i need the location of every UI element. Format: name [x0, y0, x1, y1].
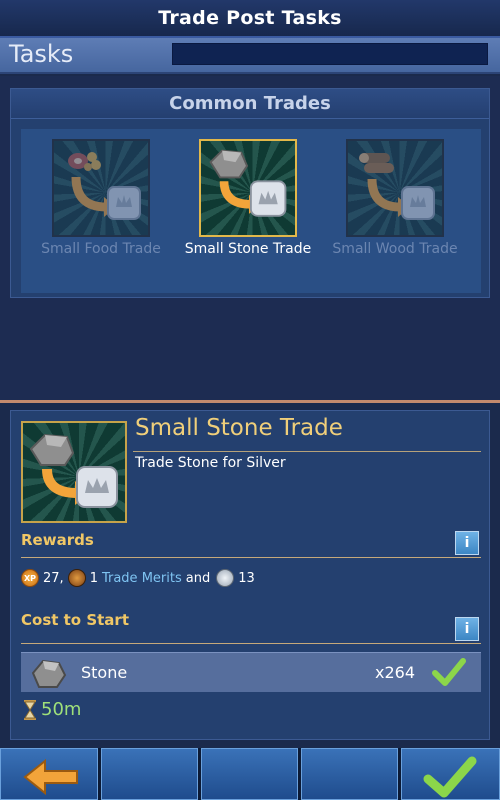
detail-title: Small Stone Trade [135, 415, 343, 441]
section-divider [0, 400, 500, 403]
checkmark-icon [432, 658, 466, 686]
cost-underline [21, 643, 481, 644]
rewards-row: XP 27, 1 Trade Merits and 13 [21, 567, 255, 589]
trade-card-label: Small Food Trade [41, 241, 161, 257]
hourglass-icon [24, 699, 36, 720]
trade-card-small-wood[interactable]: Small Wood Trade [330, 139, 460, 259]
small-stone-trade-icon [199, 139, 297, 237]
stone-icon [31, 659, 67, 688]
small-wood-trade-icon [346, 139, 444, 237]
silver-amount: 13 [238, 570, 255, 586]
common-trades-title: Common Trades [169, 93, 331, 114]
cost-row-stone: Stone x264 [21, 652, 481, 692]
empty-slot-1 [101, 748, 198, 800]
duration-row: 50m [23, 699, 81, 720]
detail-description: Trade Stone for Silver [135, 455, 286, 471]
page-title: Trade Post Tasks [158, 7, 342, 29]
trade-detail-panel: Small Stone Trade Trade Stone for Silver… [10, 410, 490, 740]
title-bar: Trade Post Tasks [0, 0, 500, 38]
merits-count: 1 [89, 570, 98, 586]
tasks-progress-bar [172, 43, 488, 65]
detail-trade-icon [21, 421, 127, 523]
trade-list-area: Common Trades Small Food Trade Small Sto… [0, 76, 500, 402]
silver-coin-icon [216, 569, 235, 587]
duration-value: 50m [41, 699, 82, 720]
checkmark-icon [423, 756, 477, 798]
detail-title-underline [133, 451, 481, 452]
trade-card-small-stone[interactable]: Small Stone Trade [183, 139, 313, 259]
cost-amount: x264 [374, 663, 415, 682]
bottom-action-bar [0, 748, 500, 800]
rewards-info-button[interactable]: i [455, 531, 479, 555]
info-icon: i [464, 621, 470, 637]
empty-slot-3 [301, 748, 398, 800]
empty-slot-2 [201, 748, 298, 800]
cost-resource-name: Stone [81, 663, 128, 682]
small-food-trade-icon [52, 139, 150, 237]
xp-coin-icon: XP [21, 569, 39, 587]
xp-amount: 27, [43, 570, 64, 586]
back-arrow-icon [23, 758, 78, 796]
rewards-title: Rewards [21, 531, 94, 549]
rewards-and-text: and [185, 570, 211, 586]
trade-card-small-food[interactable]: Small Food Trade [36, 139, 166, 259]
rewards-underline [21, 557, 481, 558]
tasks-label: Tasks [9, 40, 74, 68]
common-trades-header: Common Trades [11, 89, 489, 119]
trade-grid: Small Food Trade Small Stone Trade Small… [21, 129, 481, 293]
trade-card-label: Small Wood Trade [332, 241, 458, 257]
trade-merits-icon [67, 569, 86, 587]
back-button[interactable] [0, 748, 98, 800]
tasks-bar: Tasks [0, 38, 500, 74]
info-icon: i [464, 535, 470, 551]
common-trades-panel: Common Trades Small Food Trade Small Sto… [10, 88, 490, 298]
cost-info-button[interactable]: i [455, 617, 479, 641]
trade-card-label: Small Stone Trade [184, 241, 312, 257]
trade-merits-label[interactable]: Trade Merits [102, 571, 182, 586]
cost-title: Cost to Start [21, 611, 129, 629]
confirm-button[interactable] [401, 748, 500, 800]
